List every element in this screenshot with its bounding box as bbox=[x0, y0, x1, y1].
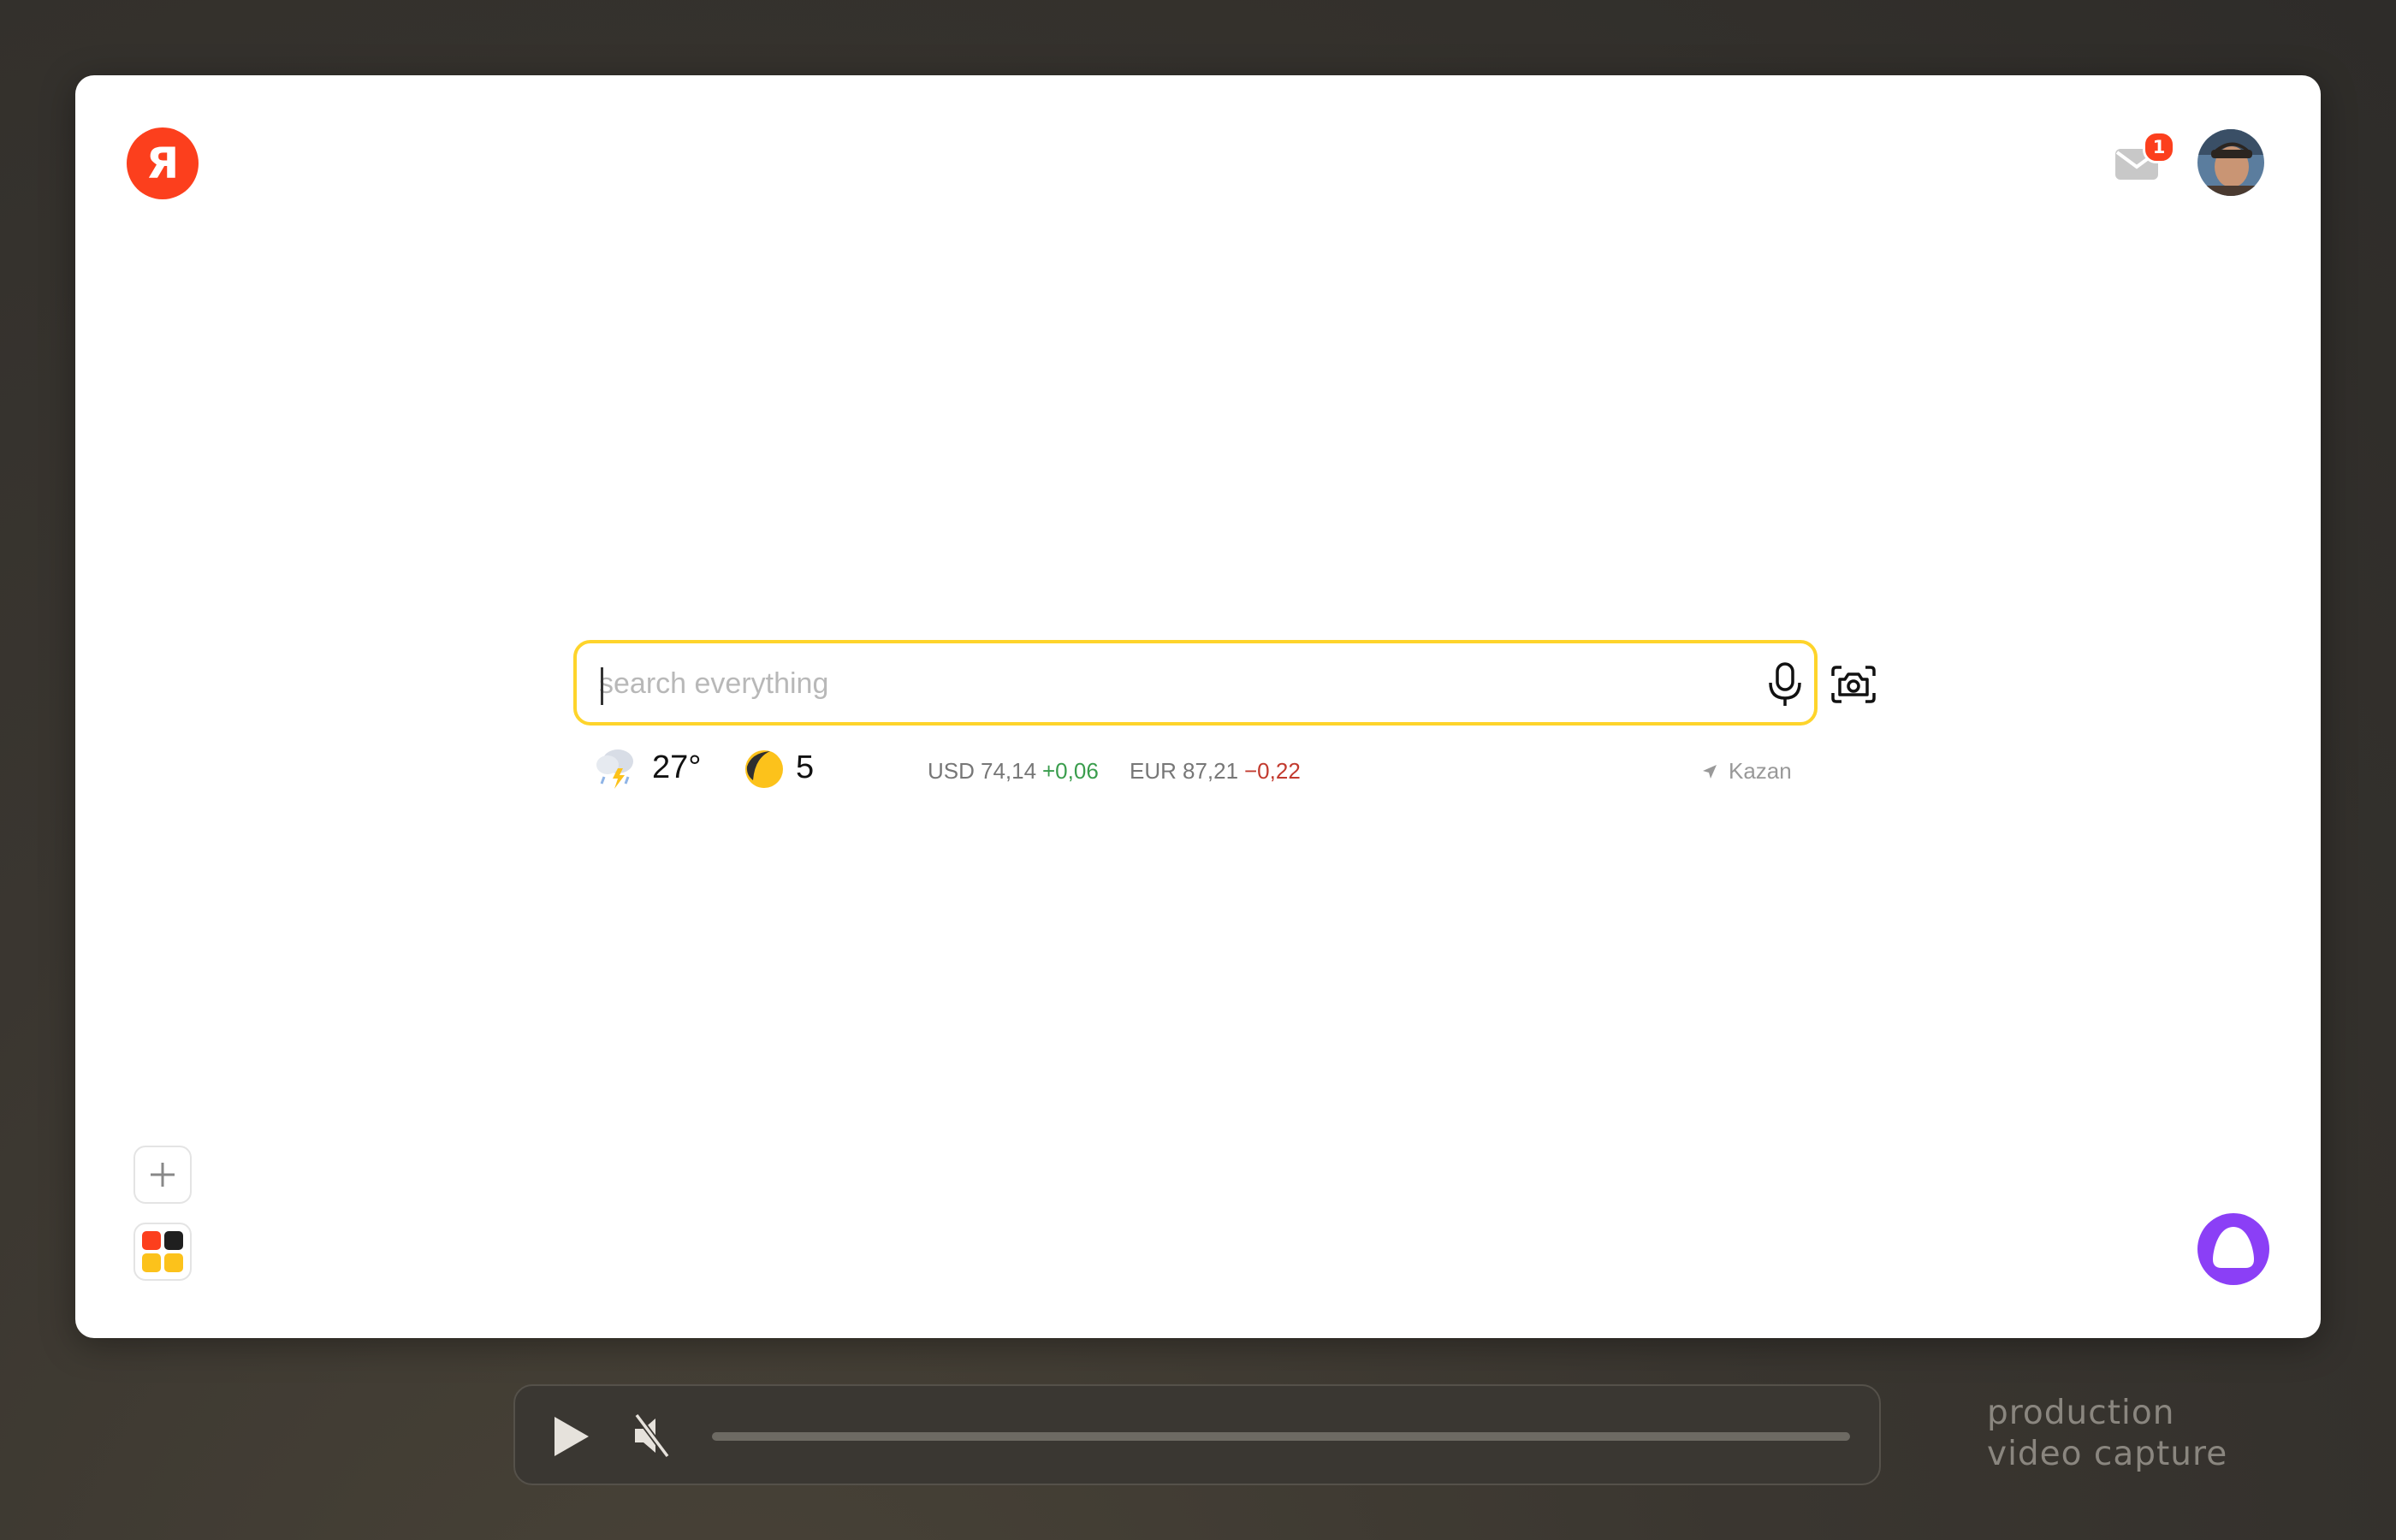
location[interactable]: Kazan bbox=[1701, 758, 1792, 785]
plus-icon bbox=[151, 1163, 175, 1187]
usd-label[interactable]: USD bbox=[928, 758, 975, 785]
alice-assistant-button[interactable] bbox=[2197, 1213, 2269, 1285]
app-icon-yellow bbox=[142, 1253, 161, 1272]
camera-icon[interactable] bbox=[1828, 660, 1879, 708]
app-icon-red bbox=[142, 1231, 161, 1250]
muted-speaker-icon[interactable] bbox=[630, 1412, 674, 1460]
eur-label[interactable]: EUR bbox=[1130, 758, 1177, 785]
traffic-icon[interactable] bbox=[744, 749, 784, 789]
eur-change: −0,22 bbox=[1244, 758, 1301, 784]
mail-unread-badge: 1 bbox=[2143, 131, 2175, 163]
yandex-logo[interactable]: Я bbox=[127, 127, 199, 199]
usd-value[interactable]: 74,14 bbox=[981, 758, 1036, 785]
location-arrow-icon bbox=[1703, 764, 1717, 779]
watermark-caption: production video capture bbox=[1987, 1393, 2227, 1475]
app-icon-dark bbox=[164, 1231, 183, 1250]
apps-grid-button[interactable] bbox=[133, 1223, 192, 1281]
microphone-icon[interactable] bbox=[1761, 660, 1809, 708]
alice-icon bbox=[2213, 1227, 2254, 1268]
search-box bbox=[573, 640, 1876, 726]
caption-line-1: production bbox=[1987, 1394, 2175, 1432]
user-avatar[interactable] bbox=[2197, 129, 2264, 196]
search-input[interactable] bbox=[597, 659, 1662, 708]
play-icon[interactable] bbox=[551, 1415, 592, 1458]
app-icon-taxi bbox=[164, 1253, 183, 1272]
thunderstorm-icon[interactable] bbox=[594, 744, 638, 792]
playback-progress-bar[interactable] bbox=[712, 1432, 1850, 1441]
browser-window: Я 1 search everything 27° 5 USD 74,14 +0… bbox=[75, 75, 2321, 1338]
avatar-image bbox=[2197, 129, 2264, 196]
text-caret bbox=[601, 667, 603, 705]
video-player-bar bbox=[513, 1384, 1881, 1485]
caption-line-2: video capture bbox=[1987, 1435, 2228, 1473]
temperature[interactable]: 27° bbox=[652, 749, 701, 786]
traffic-score[interactable]: 5 bbox=[796, 749, 814, 786]
eur-value[interactable]: 87,21 bbox=[1183, 758, 1238, 785]
add-widget-button[interactable] bbox=[133, 1146, 192, 1204]
usd-change: +0,06 bbox=[1042, 758, 1099, 784]
info-bar: 27° 5 USD 74,14 +0,06 EUR 87,21 −0,22 Ka… bbox=[594, 743, 1809, 794]
location-name: Kazan bbox=[1729, 758, 1792, 784]
